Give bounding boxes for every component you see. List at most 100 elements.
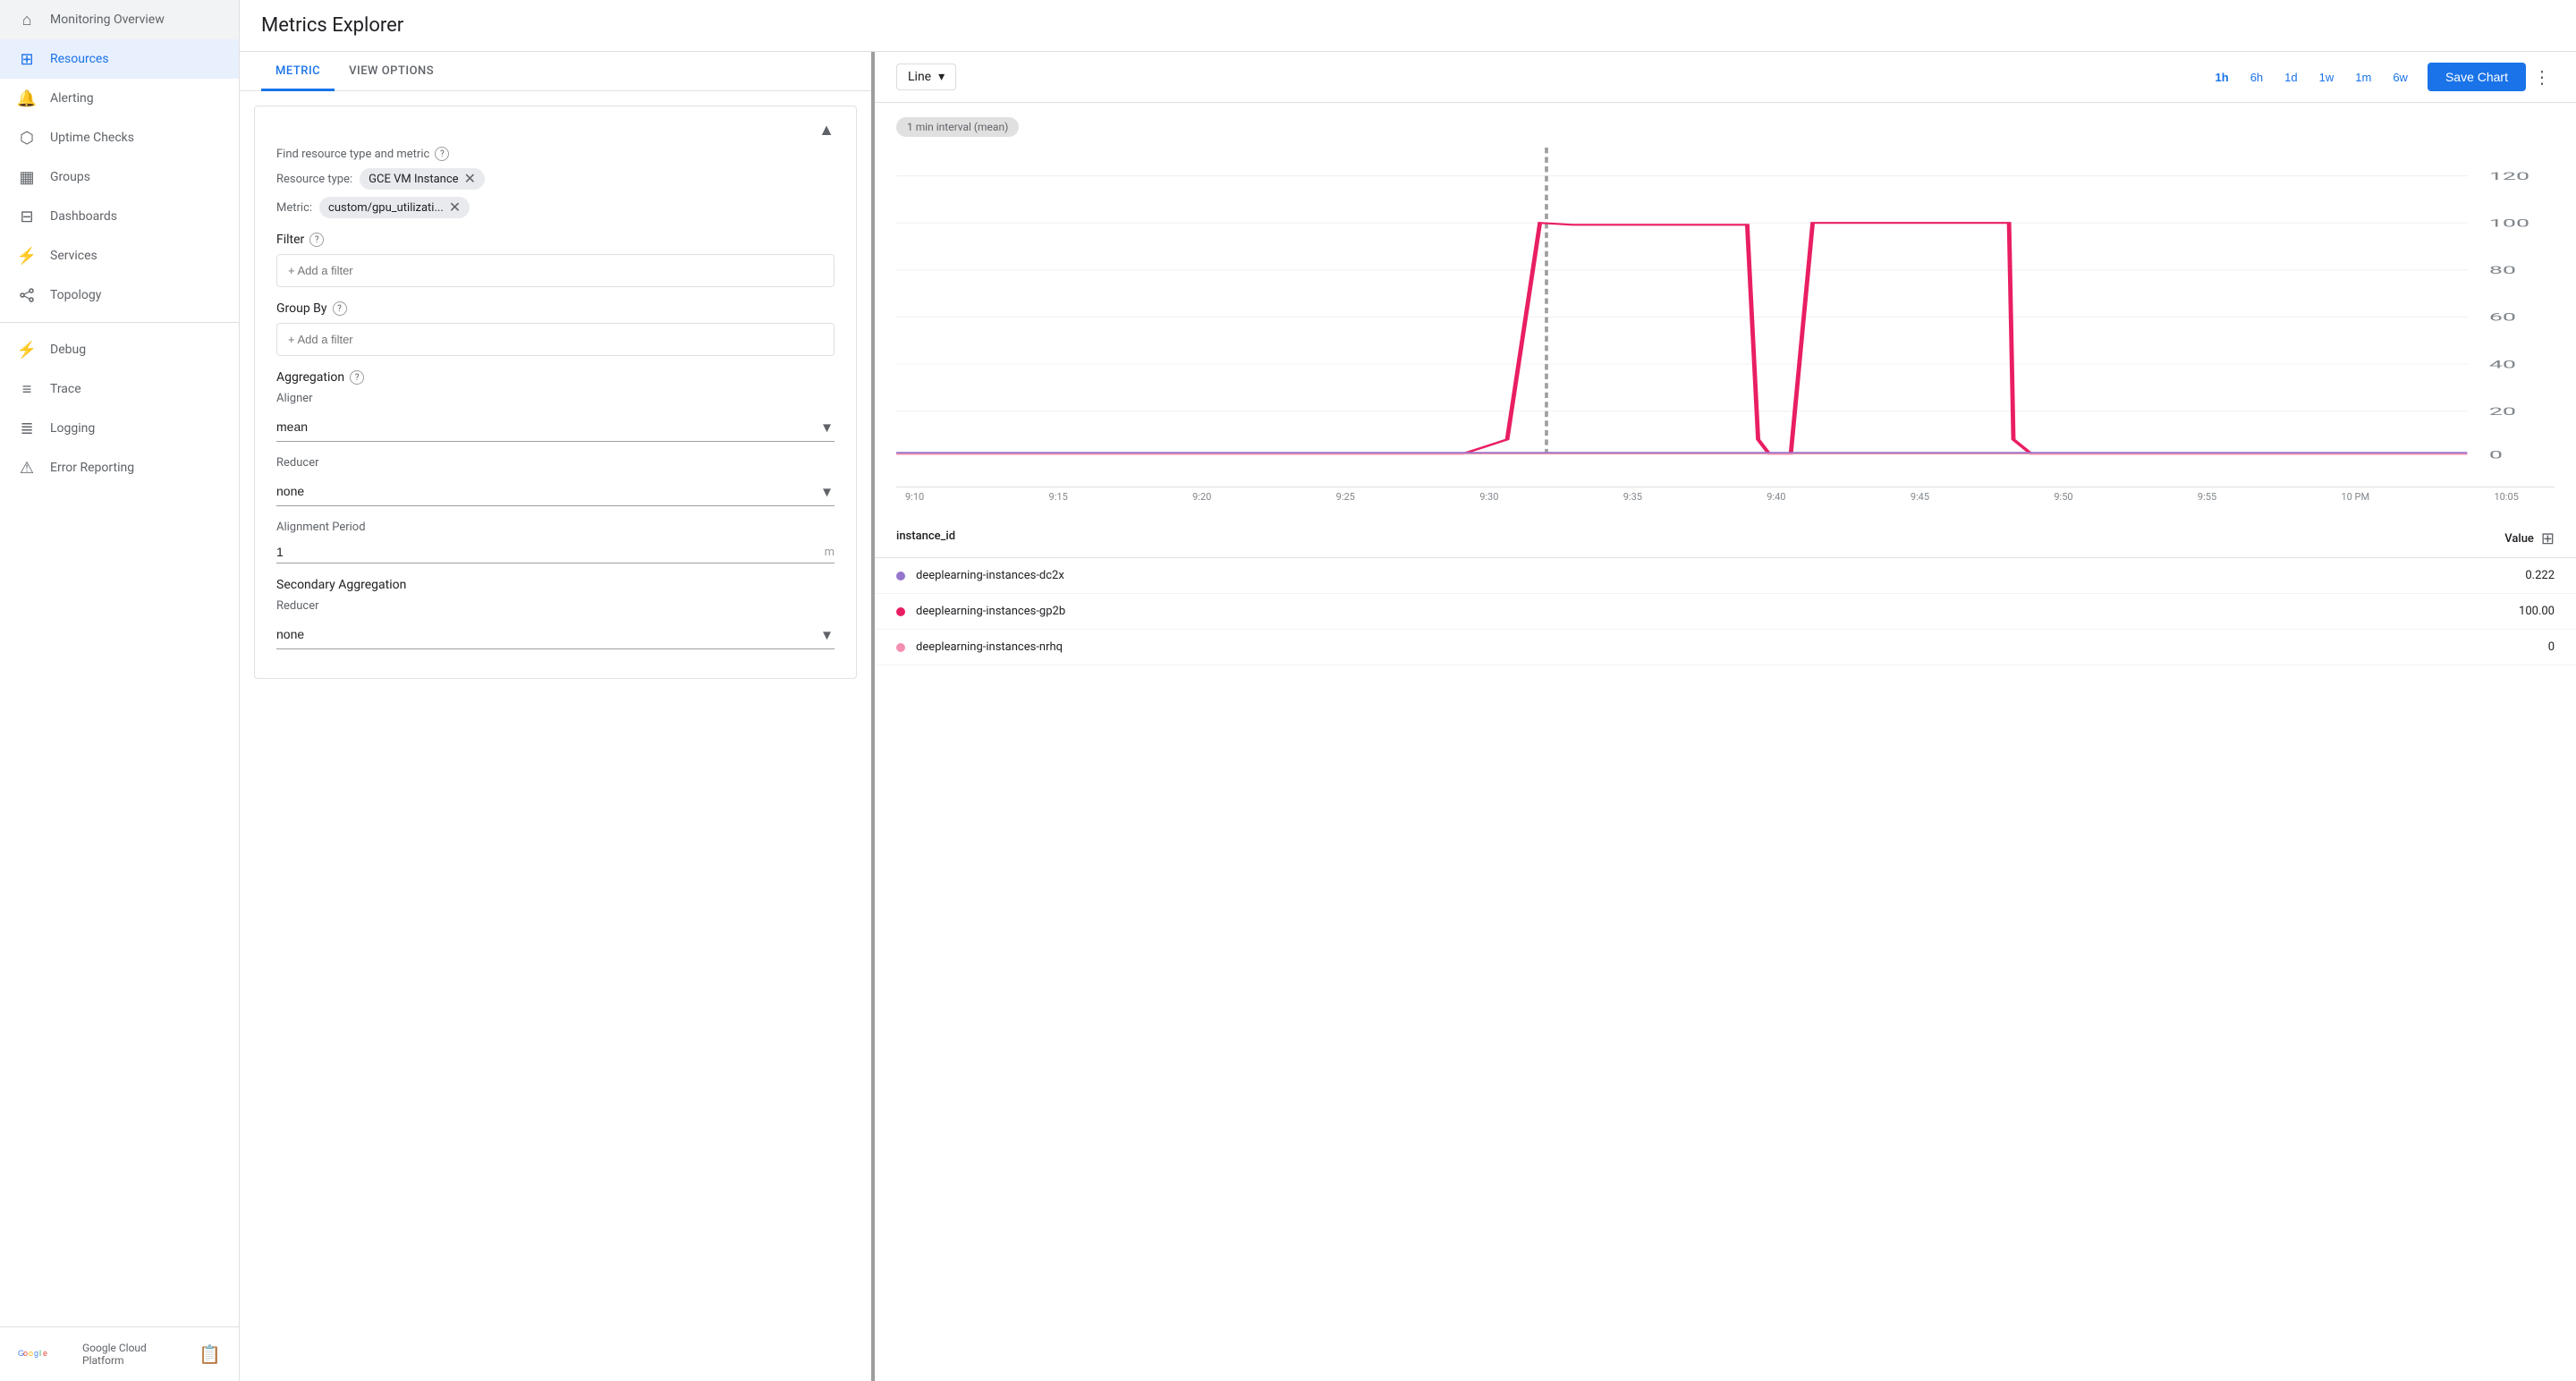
- sidebar-label-alerting: Alerting: [50, 91, 94, 106]
- svg-text:o: o: [29, 1349, 33, 1358]
- find-resource-help-icon[interactable]: ?: [435, 147, 449, 161]
- metric-value: custom/gpu_utilizati...: [328, 201, 444, 215]
- sidebar-item-trace[interactable]: ≡ Trace: [0, 369, 239, 409]
- aligner-field-label: Aligner: [276, 392, 835, 405]
- sidebar-item-alerting[interactable]: 🔔 Alerting: [0, 79, 239, 118]
- dot-2: [896, 643, 905, 652]
- x-label-2: 9:15: [1049, 491, 1068, 503]
- page-title: Metrics Explorer: [261, 14, 403, 37]
- sidebar-label-error-reporting: Error Reporting: [50, 461, 134, 475]
- home-icon: ⌂: [18, 11, 36, 29]
- sidebar-item-topology[interactable]: Topology: [0, 275, 239, 315]
- resource-type-chip[interactable]: GCE VM Instance ✕: [360, 168, 485, 190]
- chart-type-selector[interactable]: Line ▾: [896, 64, 956, 90]
- sidebar-item-monitoring-overview[interactable]: ⌂ Monitoring Overview: [0, 0, 239, 39]
- group-by-help-icon[interactable]: ?: [333, 301, 347, 316]
- error-reporting-icon: ⚠: [18, 459, 36, 477]
- svg-text:120: 120: [2489, 171, 2529, 182]
- instance-name-0: deeplearning-instances-dc2x: [916, 569, 2525, 582]
- x-label-8: 9:45: [1911, 491, 1929, 503]
- secondary-reducer-select[interactable]: none: [276, 620, 835, 649]
- x-label-6: 9:35: [1623, 491, 1642, 503]
- x-label-5: 9:30: [1479, 491, 1498, 503]
- x-label-3: 9:20: [1192, 491, 1211, 503]
- time-btn-6w[interactable]: 6w: [2384, 65, 2417, 89]
- collapse-button[interactable]: ▲: [818, 121, 835, 140]
- time-btn-1d[interactable]: 1d: [2275, 65, 2306, 89]
- columns-icon[interactable]: ⊞: [2541, 530, 2555, 548]
- aggregation-help-icon[interactable]: ?: [350, 370, 364, 385]
- time-btn-1h[interactable]: 1h: [2207, 65, 2238, 89]
- metric-chip[interactable]: custom/gpu_utilizati... ✕: [319, 197, 470, 218]
- resources-icon: ⊞: [18, 50, 36, 68]
- group-by-label: Group By ?: [276, 301, 835, 316]
- reducer-field-label: Reducer: [276, 456, 835, 470]
- sidebar-item-resources[interactable]: ⊞ Resources: [0, 39, 239, 79]
- tab-metric[interactable]: METRIC: [261, 52, 335, 91]
- tab-view-options[interactable]: VIEW OPTIONS: [335, 52, 448, 91]
- chart-area: 1 min interval (mean) 120 100: [875, 103, 2576, 521]
- dot-1: [896, 607, 905, 616]
- svg-text:0: 0: [2489, 449, 2503, 461]
- x-label-9: 9:50: [2054, 491, 2072, 503]
- topology-icon: [18, 286, 36, 304]
- svg-text:40: 40: [2489, 359, 2516, 370]
- svg-text:o: o: [23, 1349, 28, 1358]
- sidebar-label-uptime-checks: Uptime Checks: [50, 131, 134, 145]
- sidebar-divider-1: [0, 322, 239, 323]
- reducer-wrapper: none ▾: [276, 477, 835, 506]
- filter-label: Filter ?: [276, 233, 835, 247]
- col2-header: Value: [2504, 532, 2534, 546]
- resource-type-close-icon[interactable]: ✕: [464, 172, 476, 186]
- sidebar-item-error-reporting[interactable]: ⚠ Error Reporting: [0, 448, 239, 487]
- chart-toolbar: Line ▾ 1h 6h 1d 1w 1m 6w Save Chart ⋮: [875, 52, 2576, 103]
- instance-name-1: deeplearning-instances-gp2b: [916, 605, 2519, 618]
- trace-icon: ≡: [18, 380, 36, 398]
- sidebar-item-groups[interactable]: ▦ Groups: [0, 157, 239, 197]
- x-label-10: 9:55: [2198, 491, 2216, 503]
- save-chart-button[interactable]: Save Chart: [2428, 63, 2526, 91]
- metric-close-icon[interactable]: ✕: [449, 200, 461, 215]
- sidebar: ⌂ Monitoring Overview ⊞ Resources 🔔 Aler…: [0, 0, 240, 1381]
- brand-logo: G o o g l e: [18, 1343, 72, 1365]
- uptime-icon: ⬡: [18, 129, 36, 147]
- alignment-period-label: Alignment Period: [276, 521, 835, 534]
- resource-type-label: Resource type:: [276, 173, 352, 186]
- chart-interval-badge: 1 min interval (mean): [896, 117, 1019, 137]
- resource-type-value: GCE VM Instance: [369, 173, 458, 186]
- x-label-11: 10 PM: [2341, 491, 2369, 503]
- filter-help-icon[interactable]: ?: [309, 233, 324, 247]
- filter-input[interactable]: [276, 254, 835, 287]
- chart-type-label: Line: [908, 70, 931, 84]
- x-label-4: 9:25: [1336, 491, 1355, 503]
- more-options-icon[interactable]: ⋮: [2529, 63, 2555, 91]
- group-by-input[interactable]: [276, 323, 835, 356]
- time-btn-1m[interactable]: 1m: [2346, 65, 2380, 89]
- sidebar-item-services[interactable]: ⚡ Services: [0, 236, 239, 275]
- alignment-period-input[interactable]: [276, 545, 825, 559]
- instance-value-2: 0: [2548, 640, 2555, 654]
- svg-text:100: 100: [2489, 217, 2529, 229]
- right-panel: Line ▾ 1h 6h 1d 1w 1m 6w Save Chart ⋮ 1 …: [875, 52, 2576, 1381]
- sidebar-label-monitoring-overview: Monitoring Overview: [50, 13, 165, 27]
- sidebar-item-uptime-checks[interactable]: ⬡ Uptime Checks: [0, 118, 239, 157]
- groups-icon: ▦: [18, 168, 36, 186]
- metric-form: ▲ Find resource type and metric ? Resour…: [254, 106, 857, 679]
- secondary-aggregation-label: Secondary Aggregation: [276, 578, 835, 592]
- sidebar-item-logging[interactable]: ≣ Logging: [0, 409, 239, 448]
- sidebar-item-debug[interactable]: ⚡ Debug: [0, 330, 239, 369]
- page-header: Metrics Explorer: [240, 0, 2576, 52]
- sidebar-item-dashboards[interactable]: ⊟ Dashboards: [0, 197, 239, 236]
- aligner-select[interactable]: mean: [276, 412, 835, 442]
- svg-text:20: 20: [2489, 406, 2516, 418]
- table-row-0: deeplearning-instances-dc2x 0.222: [875, 558, 2576, 594]
- sidebar-label-services: Services: [50, 249, 97, 263]
- time-btn-6h[interactable]: 6h: [2241, 65, 2272, 89]
- sidebar-footer-icon[interactable]: 📋: [199, 1343, 221, 1365]
- sidebar-label-trace: Trace: [50, 382, 81, 396]
- reducer-select[interactable]: none: [276, 477, 835, 506]
- col1-header: instance_id: [896, 530, 955, 548]
- svg-text:e: e: [43, 1349, 47, 1358]
- time-btn-1w[interactable]: 1w: [2310, 65, 2343, 89]
- alerting-icon: 🔔: [18, 89, 36, 107]
